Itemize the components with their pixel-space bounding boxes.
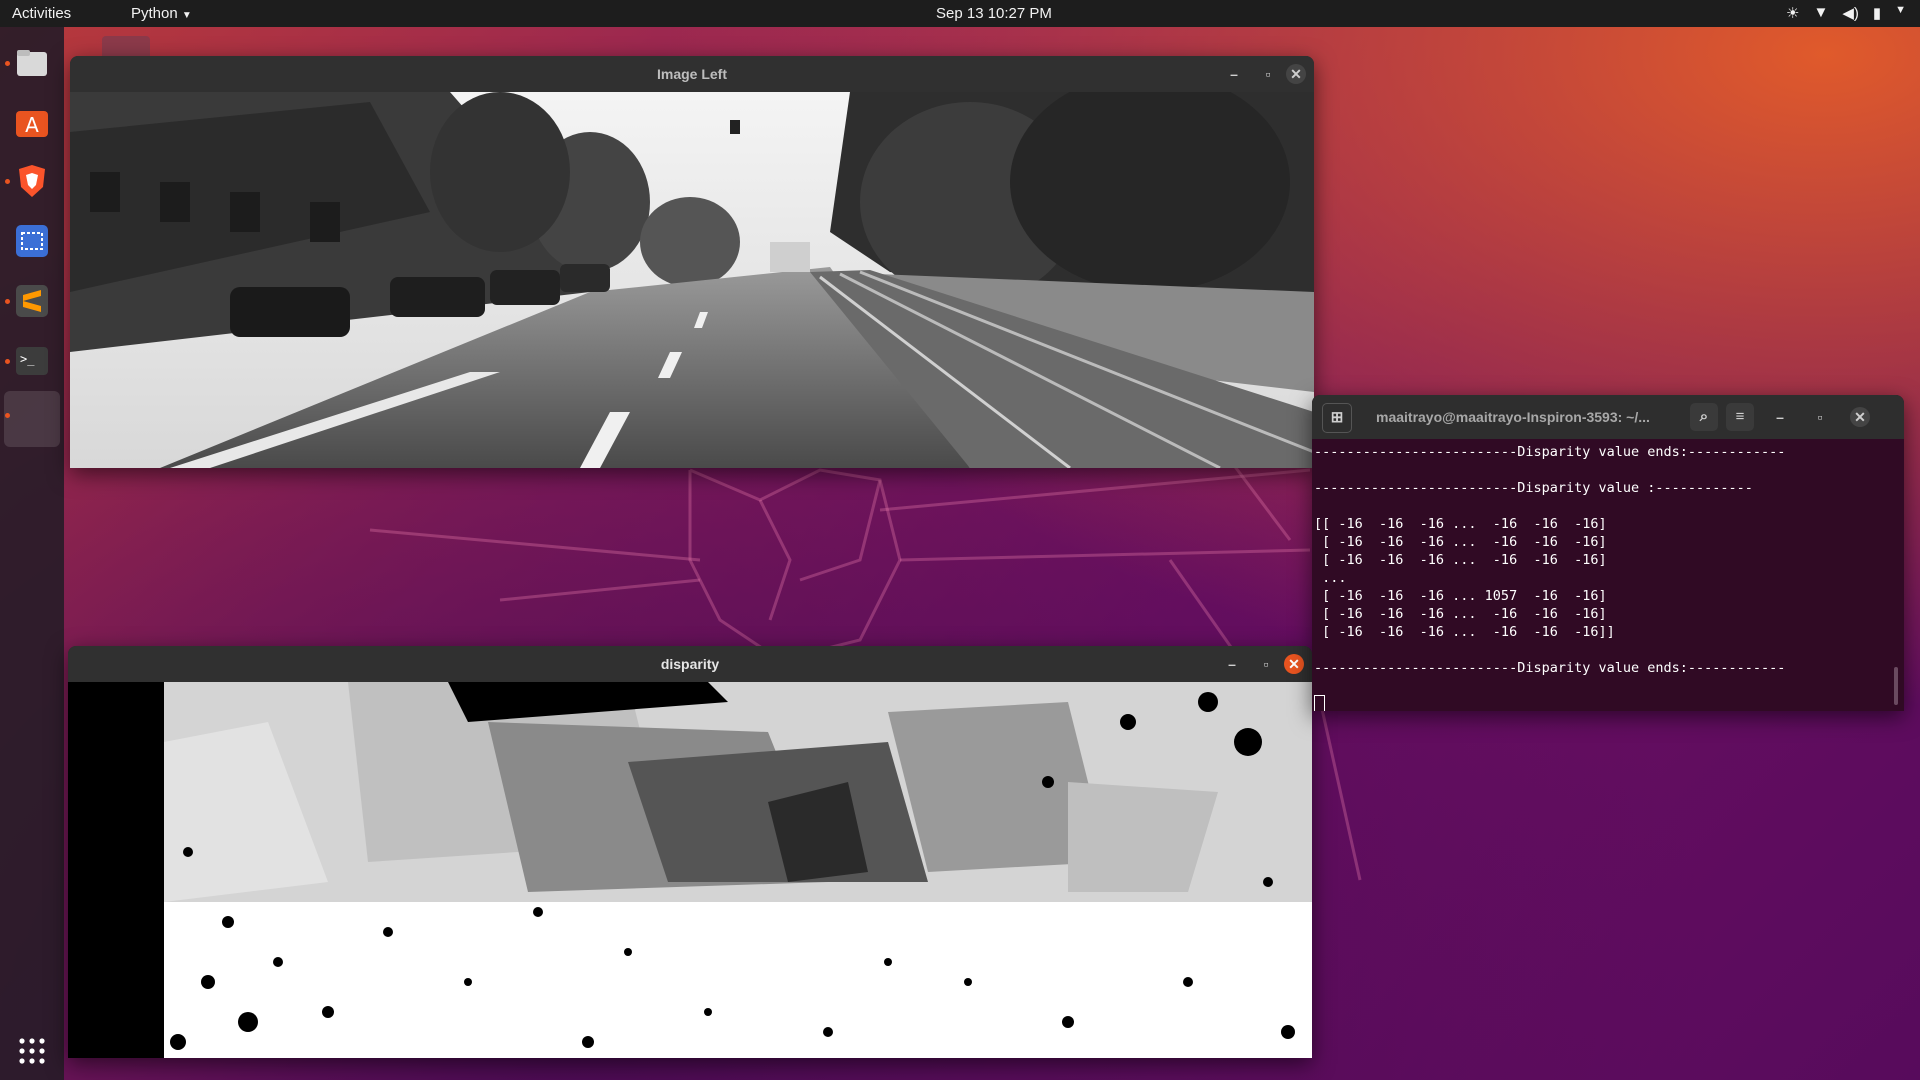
running-indicator <box>5 299 10 304</box>
left-camera-image <box>70 92 1314 468</box>
running-indicator <box>5 359 10 364</box>
disparity-window[interactable]: disparity – ▫ ✕ <box>68 646 1312 1058</box>
terminal-line: [ -16 -16 -16 ... -16 -16 -16] <box>1314 606 1607 622</box>
show-apps-icon[interactable] <box>12 1031 52 1071</box>
title-bar[interactable]: Image Left – ▫ ✕ <box>70 56 1314 92</box>
terminal-line: [[ -16 -16 -16 ... -16 -16 -16] <box>1314 516 1607 532</box>
python-window-icon[interactable] <box>4 391 60 447</box>
screenshot-icon[interactable] <box>12 221 52 261</box>
app-menu[interactable]: Python ▼ <box>131 5 192 22</box>
close-icon[interactable]: ✕ <box>1284 654 1304 674</box>
terminal-line: [ -16 -16 -16 ... 1057 -16 -16] <box>1314 588 1607 604</box>
terminal-line: ... <box>1314 570 1347 586</box>
power-icon: ▼ <box>1895 4 1906 16</box>
terminal-line: -------------------------Disparity value… <box>1314 444 1786 460</box>
terminal-line: [ -16 -16 -16 ... -16 -16 -16] <box>1314 552 1607 568</box>
maximize-icon[interactable]: ▫ <box>1258 64 1278 84</box>
desktop-folder-icon[interactable] <box>102 36 150 58</box>
battery-icon: ▮ <box>1872 5 1882 22</box>
sublime-icon[interactable] <box>12 281 52 321</box>
window-title: Image Left <box>656 66 727 82</box>
terminal-title-bar[interactable]: ⊞ maaitrayo@maaitrayo-Inspiron-3593: ~/.… <box>1312 395 1904 439</box>
running-indicator <box>5 413 10 418</box>
svg-text:>_: >_ <box>20 352 35 366</box>
terminal-line: -------------------------Disparity value… <box>1314 480 1753 496</box>
running-indicator <box>5 61 10 66</box>
terminal-line: -------------------------Disparity value… <box>1314 660 1786 676</box>
minimize-icon[interactable]: – <box>1224 64 1244 84</box>
close-icon[interactable]: ✕ <box>1850 407 1870 427</box>
terminal-line: [ -16 -16 -16 ... -16 -16 -16]] <box>1314 624 1615 640</box>
window-title: disparity <box>660 656 720 672</box>
minimize-icon[interactable]: – <box>1222 654 1242 674</box>
disparity-image <box>68 682 1312 1058</box>
activities-button[interactable]: Activities <box>12 5 71 22</box>
software-icon[interactable]: A <box>12 101 52 141</box>
running-indicator <box>5 179 10 184</box>
terminal-cursor <box>1314 695 1325 711</box>
image-left-window[interactable]: Image Left – ▫ ✕ <box>70 56 1314 468</box>
clock[interactable]: Sep 13 10:27 PM <box>936 5 1052 22</box>
title-bar[interactable]: disparity – ▫ ✕ <box>68 646 1312 682</box>
volume-icon: ◀) <box>1842 5 1859 22</box>
maximize-icon[interactable]: ▫ <box>1256 654 1276 674</box>
terminal-icon[interactable]: >_ <box>12 341 52 381</box>
terminal-line: [ -16 -16 -16 ... -16 -16 -16] <box>1314 534 1607 550</box>
wifi-icon: ▼ <box>1813 4 1829 21</box>
terminal-window[interactable]: ⊞ maaitrayo@maaitrayo-Inspiron-3593: ~/.… <box>1312 395 1904 711</box>
terminal-output[interactable]: -------------------------Disparity value… <box>1312 439 1904 711</box>
brave-icon[interactable] <box>12 161 52 201</box>
files-icon[interactable] <box>12 43 52 83</box>
app-menu-label: Python <box>131 5 178 22</box>
dock: A >_ <box>0 27 64 1080</box>
maximize-icon[interactable]: ▫ <box>1810 407 1830 427</box>
top-bar: Activities Python ▼ Sep 13 10:27 PM ☀ ▼ … <box>0 0 1920 27</box>
brightness-icon: ☀ <box>1786 5 1800 22</box>
terminal-title: maaitrayo@maaitrayo-Inspiron-3593: ~/... <box>1376 409 1650 425</box>
svg-text:A: A <box>25 113 39 137</box>
search-icon[interactable]: ⌕ <box>1690 403 1718 431</box>
new-tab-icon[interactable]: ⊞ <box>1322 403 1352 433</box>
chevron-down-icon: ▼ <box>181 10 192 21</box>
minimize-icon[interactable]: – <box>1770 407 1790 427</box>
terminal-scrollbar[interactable] <box>1894 667 1898 705</box>
menu-icon[interactable]: ≡ <box>1726 403 1754 431</box>
system-tray[interactable]: ☀ ▼ ◀) ▮ ▼ <box>1786 4 1906 22</box>
close-icon[interactable]: ✕ <box>1286 64 1306 84</box>
